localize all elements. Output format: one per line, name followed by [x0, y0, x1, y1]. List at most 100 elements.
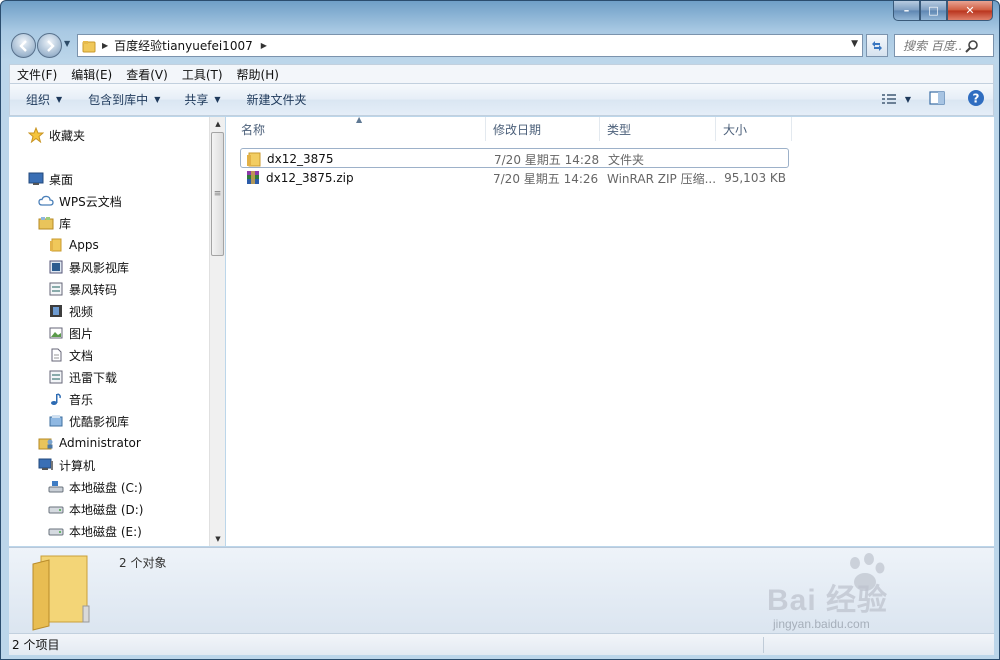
- nav-lib-videos[interactable]: 视频: [47, 301, 93, 321]
- close-button[interactable]: ✕: [947, 1, 993, 21]
- nav-lib-youku-video[interactable]: 优酷影视库: [47, 411, 129, 431]
- column-header-name[interactable]: 名称: [234, 117, 486, 141]
- menu-bar: 文件(F) 编辑(E) 查看(V) 工具(T) 帮助(H): [9, 64, 994, 84]
- menu-tools[interactable]: 工具(T): [175, 66, 230, 83]
- menu-view[interactable]: 查看(V): [119, 66, 175, 83]
- include-in-library-label: 包含到库中: [88, 93, 149, 107]
- forward-button[interactable]: [37, 33, 62, 58]
- watermark-url: jingyan.baidu.com: [773, 617, 870, 631]
- system-drive-icon: [48, 481, 64, 493]
- organize-button[interactable]: 组织 ▼: [10, 91, 71, 108]
- navigation-pane: 收藏夹 桌面 WPS云文档 库 Apps 暴风影视库 暴风转码 视频 图片 文档…: [9, 117, 209, 546]
- library-icon: [49, 282, 63, 296]
- menu-file[interactable]: 文件(F): [10, 66, 64, 83]
- library-icon: [38, 217, 54, 230]
- preview-pane-button[interactable]: [929, 90, 945, 108]
- nav-drive-d[interactable]: 本地磁盘 (D:): [47, 499, 143, 519]
- nav-computer-label: 计算机: [59, 458, 96, 473]
- breadcrumb-current-folder[interactable]: 百度经验tianyuefei1007: [114, 37, 253, 54]
- nav-computer[interactable]: 计算机: [37, 455, 95, 475]
- menu-edit[interactable]: 编辑(E): [64, 66, 119, 83]
- menu-help[interactable]: 帮助(H): [230, 66, 286, 83]
- picture-icon: [49, 327, 63, 339]
- search-icon[interactable]: [965, 39, 979, 53]
- nav-drive-e-label: 本地磁盘 (E:): [69, 524, 142, 539]
- search-box[interactable]: [894, 34, 994, 57]
- file-row[interactable]: dx12_3875.zip 7/20 星期五 14:26 WinRAR ZIP …: [240, 168, 789, 188]
- column-header-modified[interactable]: 修改日期: [486, 117, 600, 141]
- nav-lib-baofeng-video[interactable]: 暴风影视库: [47, 257, 129, 277]
- organize-label: 组织: [26, 93, 51, 107]
- svg-text:?: ?: [973, 91, 980, 105]
- nav-lib-baofeng-video-label: 暴风影视库: [69, 260, 130, 275]
- scroll-down-button[interactable]: ▼: [210, 532, 226, 546]
- command-bar-right: ▼ ?: [881, 84, 985, 114]
- file-type: WinRAR ZIP 压缩...: [607, 171, 715, 186]
- preview-pane-icon: [929, 90, 945, 105]
- music-note-icon: [51, 393, 61, 405]
- address-row: ▼ ▶ 百度经验tianyuefei1007 ▶ ▼: [1, 29, 999, 61]
- recent-pages-dropdown[interactable]: ▼: [64, 39, 70, 48]
- nav-libraries[interactable]: 库: [37, 213, 71, 233]
- share-label: 共享: [184, 93, 209, 107]
- maximize-button[interactable]: □: [920, 1, 947, 21]
- nav-lib-music[interactable]: 音乐: [47, 389, 93, 409]
- include-in-library-button[interactable]: 包含到库中 ▼: [79, 91, 169, 108]
- nav-lib-documents-label: 文档: [69, 348, 94, 363]
- file-modified: 7/20 星期五 14:28: [494, 152, 600, 167]
- address-history-dropdown[interactable]: ▼: [851, 39, 858, 49]
- back-button[interactable]: [11, 33, 36, 58]
- large-folder-icon: [27, 552, 107, 635]
- film-icon: [50, 305, 62, 317]
- nav-lib-baofeng-convert[interactable]: 暴风转码: [47, 279, 117, 299]
- column-header-size[interactable]: 大小: [716, 117, 792, 141]
- nav-lib-xunlei-downloads-label: 迅雷下载: [69, 370, 118, 385]
- refresh-icon: [872, 40, 882, 51]
- nav-desktop[interactable]: 桌面: [27, 169, 73, 189]
- file-type: 文件夹: [608, 152, 645, 167]
- address-bar[interactable]: ▶ 百度经验tianyuefei1007 ▶ ▼: [77, 34, 863, 57]
- minimize-button[interactable]: –: [893, 1, 920, 21]
- chevron-down-icon: ▼: [56, 95, 63, 104]
- nav-lib-apps[interactable]: Apps: [47, 235, 99, 255]
- file-row[interactable]: dx12_3875 7/20 星期五 14:28 文件夹: [240, 148, 789, 168]
- library-icon: [49, 370, 63, 384]
- share-button[interactable]: 共享 ▼: [175, 91, 229, 108]
- scroll-up-button[interactable]: ▲: [210, 117, 226, 131]
- scroll-thumb[interactable]: ≡: [211, 132, 224, 256]
- nav-favorites-label: 收藏夹: [49, 128, 86, 143]
- document-icon: [51, 348, 62, 362]
- nav-wps-cloud-label: WPS云文档: [59, 194, 122, 209]
- help-button[interactable]: ?: [967, 89, 985, 110]
- folder-icon: [50, 238, 62, 252]
- nav-drive-e[interactable]: 本地磁盘 (E:): [47, 521, 142, 541]
- help-icon: ?: [968, 89, 984, 106]
- chevron-down-icon: ▼: [904, 94, 911, 104]
- nav-lib-documents[interactable]: 文档: [47, 345, 93, 365]
- breadcrumb-separator-icon[interactable]: ▶: [102, 41, 108, 50]
- file-size: [719, 149, 787, 169]
- new-folder-button[interactable]: 新建文件夹: [238, 91, 316, 108]
- nav-wps-cloud[interactable]: WPS云文档: [37, 191, 122, 211]
- column-header-type[interactable]: 类型: [600, 117, 716, 141]
- refresh-button[interactable]: [866, 34, 888, 57]
- file-name: dx12_3875.zip: [266, 171, 354, 185]
- star-icon: [28, 127, 44, 143]
- caption-buttons: – □ ✕: [893, 1, 993, 21]
- arrow-left-icon: [18, 39, 27, 52]
- search-input[interactable]: [903, 38, 961, 53]
- file-modified: 7/20 星期五 14:26: [493, 171, 599, 186]
- change-view-button[interactable]: ▼: [881, 92, 911, 106]
- nav-lib-xunlei-downloads[interactable]: 迅雷下载: [47, 367, 117, 387]
- nav-drive-c[interactable]: 本地磁盘 (C:): [47, 477, 143, 497]
- hard-drive-icon: [48, 506, 64, 514]
- navigation-scrollbar[interactable]: ▲ ≡ ▼: [209, 117, 225, 546]
- nav-administrator[interactable]: Administrator: [37, 433, 141, 453]
- nav-lib-videos-label: 视频: [69, 304, 94, 319]
- nav-favorites[interactable]: 收藏夹: [27, 125, 85, 145]
- nav-drive-c-label: 本地磁盘 (C:): [69, 480, 143, 495]
- details-item-count: 2 个对象: [119, 556, 167, 570]
- breadcrumb-separator-icon[interactable]: ▶: [261, 41, 267, 50]
- nav-lib-pictures[interactable]: 图片: [47, 323, 93, 343]
- desktop-icon: [28, 172, 44, 185]
